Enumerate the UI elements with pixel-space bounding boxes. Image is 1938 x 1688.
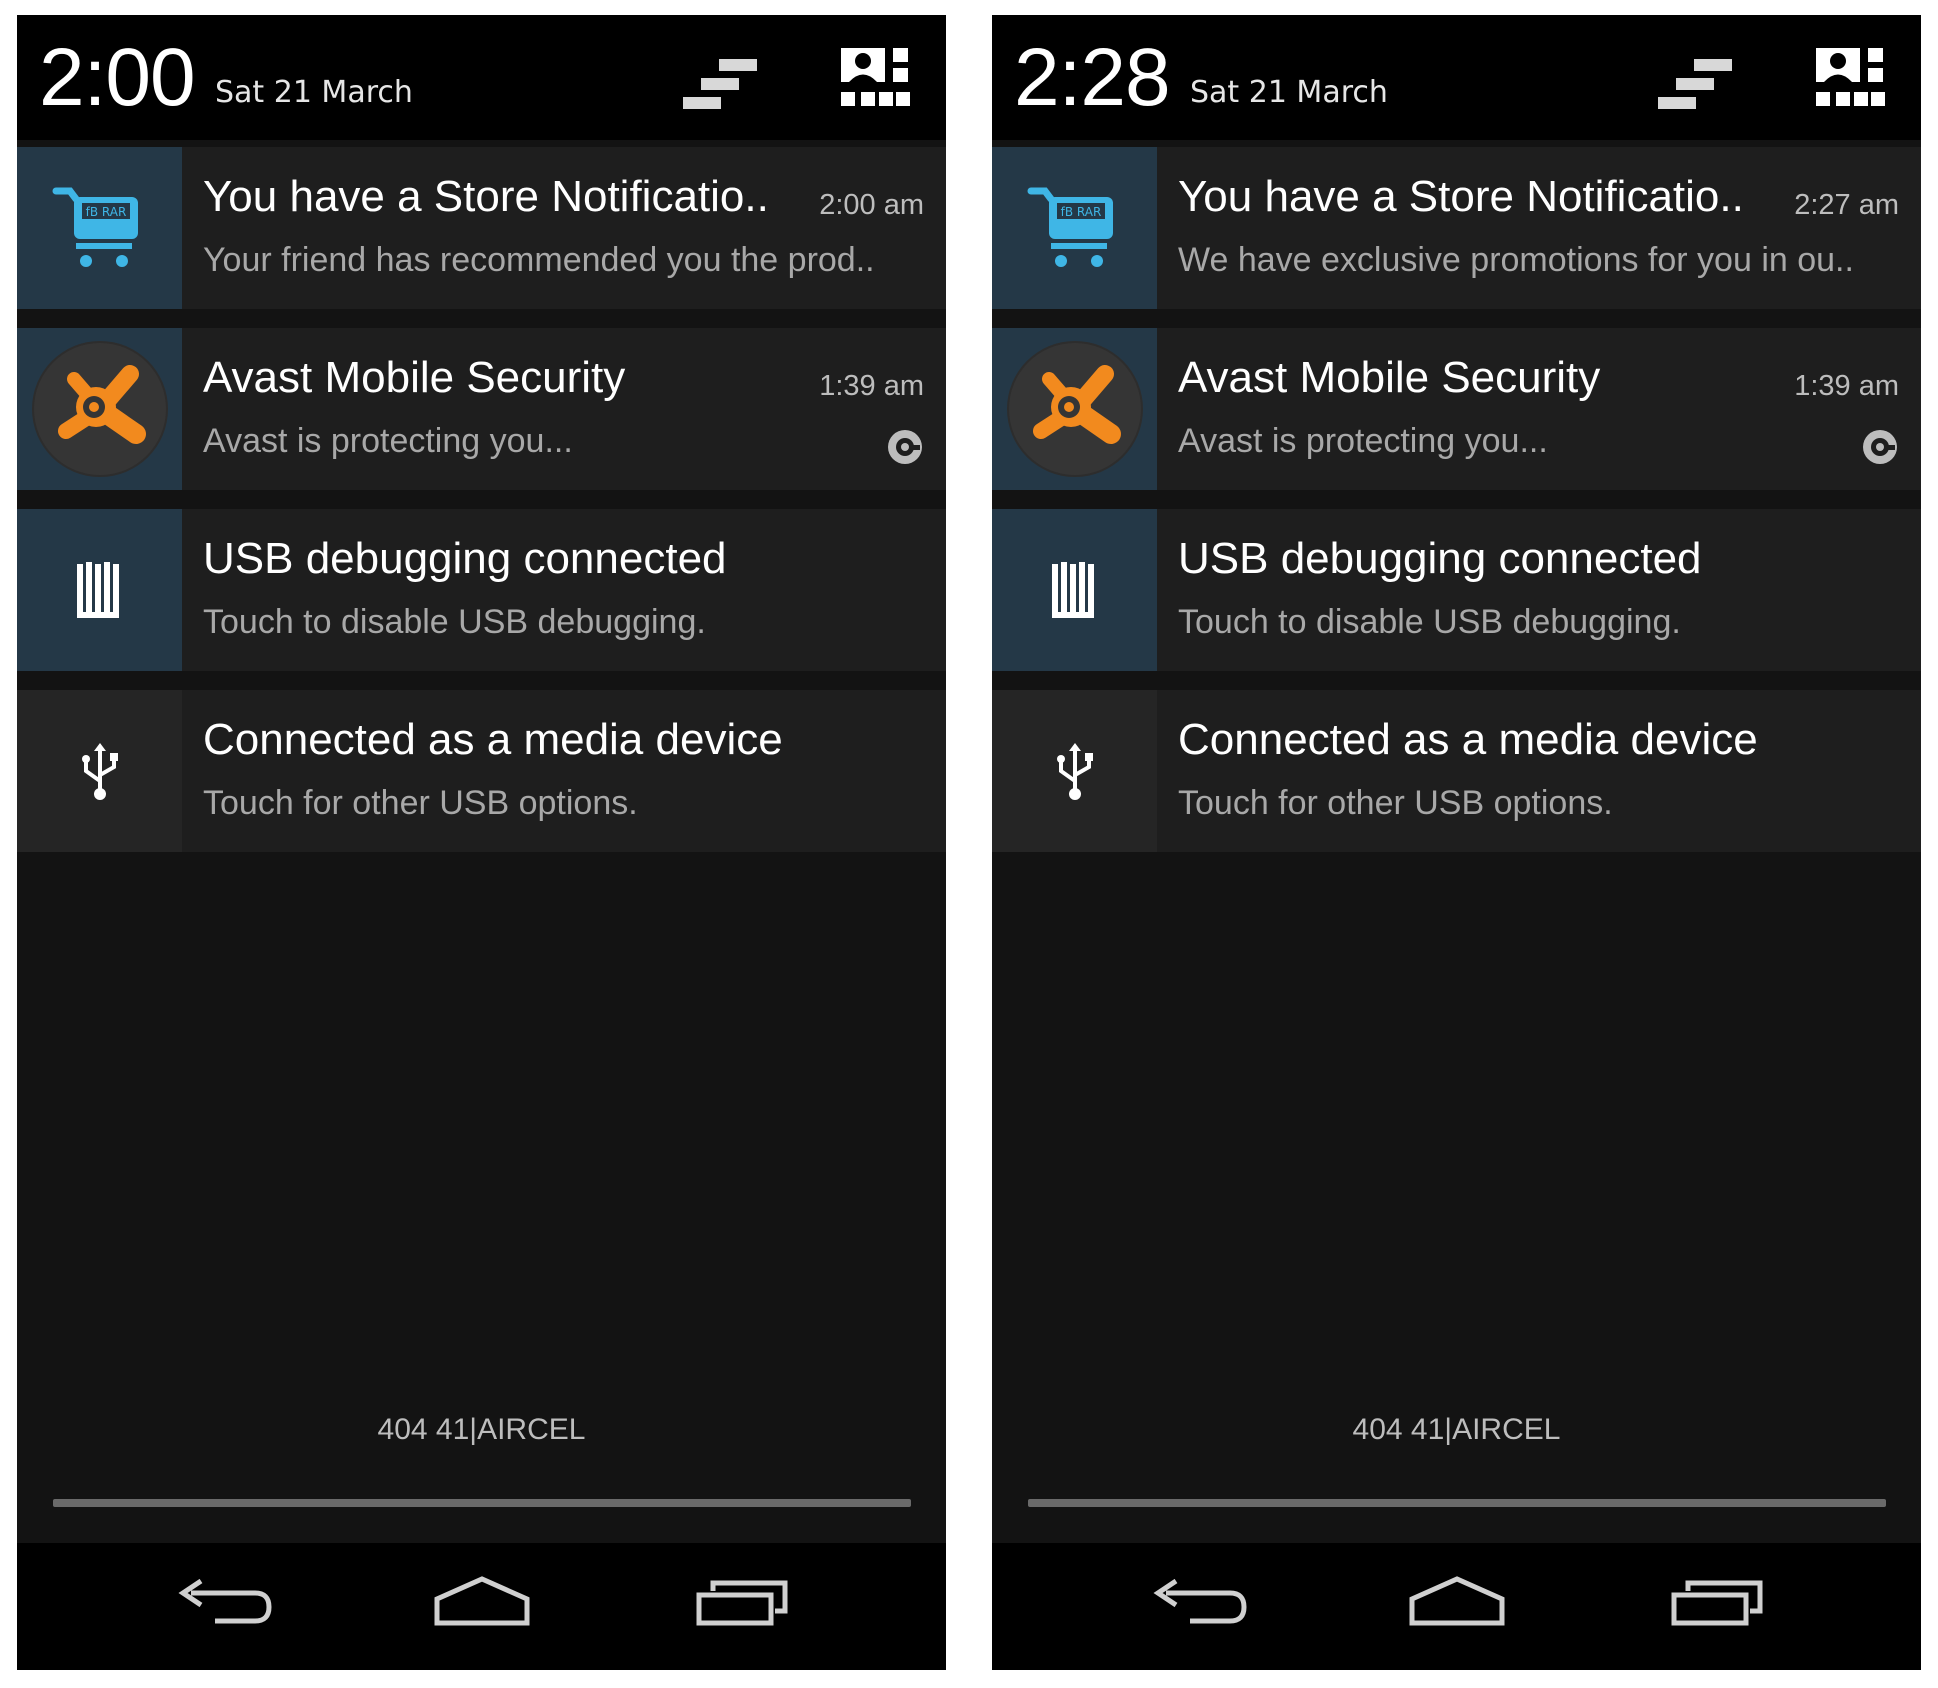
store-cart-icon: fB RAR <box>1027 187 1113 267</box>
clock: 2:28 <box>1014 32 1171 123</box>
notification-time: 1:39 am <box>819 370 924 402</box>
usb-debugging-icon <box>76 562 119 618</box>
usb-icon-box <box>17 690 182 852</box>
usb-icon-box <box>992 690 1157 852</box>
notification-text: Your friend has recommended you the prod… <box>203 241 875 279</box>
notification-title: Connected as a media device <box>1178 715 1758 764</box>
notification-title: You have a Store Notificatio.. <box>1178 172 1744 221</box>
date[interactable]: Sat 21 March <box>1190 78 1388 108</box>
notification-title: USB debugging connected <box>1178 534 1702 583</box>
status-header: 2:28 Sat 21 March <box>992 15 1921 140</box>
notification-usb-debugging[interactable]: USB debugging connected Touch to disable… <box>992 509 1921 671</box>
avast-icon <box>1006 341 1143 477</box>
clear-all-icon <box>683 59 757 109</box>
clear-all-icon <box>1658 59 1732 109</box>
notification-text: Avast is protecting you... <box>1178 422 1548 460</box>
date[interactable]: Sat 21 March <box>215 78 413 108</box>
store-icon-box: fB RAR <box>17 147 182 309</box>
svg-text:fB RAR: fB RAR <box>85 205 126 219</box>
notification-shade-left: 2:00 Sat 21 March fB RAR You have a Stor… <box>17 15 946 1670</box>
avast-icon <box>31 341 168 477</box>
clear-all-button[interactable] <box>679 45 761 115</box>
notification-title: USB debugging connected <box>203 534 727 583</box>
avast-icon-box <box>17 328 182 490</box>
notification-time: 2:27 am <box>1794 189 1899 221</box>
back-icon <box>178 1578 272 1624</box>
notification-avast[interactable]: Avast Mobile Security Avast is protectin… <box>17 328 946 490</box>
notification-shade-right: 2:28 Sat 21 March fB RAR You have a Stor… <box>992 15 1921 1670</box>
usb-debugging-icon-box <box>17 509 182 671</box>
notification-avast[interactable]: Avast Mobile Security Avast is protectin… <box>992 328 1921 490</box>
home-button[interactable] <box>1402 1571 1512 1641</box>
quick-settings-icon <box>1816 48 1885 106</box>
back-button[interactable] <box>1144 1571 1254 1641</box>
notification-text: Touch to disable USB debugging. <box>203 603 706 641</box>
usb-debugging-icon-box <box>992 509 1157 671</box>
recents-button[interactable] <box>689 1571 799 1641</box>
notification-text: We have exclusive promotions for you in … <box>1178 241 1854 279</box>
recents-icon <box>696 1580 788 1626</box>
carrier-label: 404 41|AIRCEL <box>377 1413 586 1446</box>
notification-time: 1:39 am <box>1794 370 1899 402</box>
notification-media-device[interactable]: Connected as a media device Touch for ot… <box>17 690 946 852</box>
notification-store[interactable]: fB RAR You have a Store Notificatio.. We… <box>992 147 1921 309</box>
carrier-label: 404 41|AIRCEL <box>1352 1413 1561 1446</box>
quick-settings-icon <box>841 48 910 106</box>
shade-drag-handle[interactable] <box>53 1499 911 1507</box>
notification-usb-debugging[interactable]: USB debugging connected Touch to disable… <box>17 509 946 671</box>
usb-icon <box>81 743 118 800</box>
home-button[interactable] <box>427 1571 537 1641</box>
store-cart-icon: fB RAR <box>52 187 138 267</box>
notification-time: 2:00 am <box>819 189 924 221</box>
status-header: 2:00 Sat 21 March <box>17 15 946 140</box>
notification-store[interactable]: fB RAR You have a Store Notificatio.. Yo… <box>17 147 946 309</box>
notification-text: Touch to disable USB debugging. <box>1178 603 1681 641</box>
clock: 2:00 <box>39 32 196 123</box>
svg-text:fB RAR: fB RAR <box>1060 205 1101 219</box>
clear-all-button[interactable] <box>1654 45 1736 115</box>
notification-media-device[interactable]: Connected as a media device Touch for ot… <box>992 690 1921 852</box>
shade-drag-handle[interactable] <box>1028 1499 1886 1507</box>
store-icon-box: fB RAR <box>992 147 1157 309</box>
usb-icon <box>1056 743 1093 800</box>
back-button[interactable] <box>169 1571 279 1641</box>
navigation-bar <box>17 1543 946 1670</box>
avast-small-icon <box>1863 430 1897 464</box>
home-icon <box>1409 1576 1505 1626</box>
home-icon <box>434 1576 530 1626</box>
notification-text: Avast is protecting you... <box>203 422 573 460</box>
recents-icon <box>1671 1580 1763 1626</box>
avast-small-icon <box>888 430 922 464</box>
notification-title: You have a Store Notificatio.. <box>203 172 769 221</box>
notification-title: Avast Mobile Security <box>1178 353 1601 402</box>
usb-debugging-icon <box>1051 562 1094 618</box>
recents-button[interactable] <box>1664 1571 1774 1641</box>
quick-settings-button[interactable] <box>1814 45 1896 115</box>
avast-icon-box <box>992 328 1157 490</box>
quick-settings-button[interactable] <box>839 45 921 115</box>
navigation-bar <box>992 1543 1921 1670</box>
notification-title: Connected as a media device <box>203 715 783 764</box>
notification-title: Avast Mobile Security <box>203 353 626 402</box>
notification-text: Touch for other USB options. <box>1178 784 1613 822</box>
notification-text: Touch for other USB options. <box>203 784 638 822</box>
back-icon <box>1153 1578 1247 1624</box>
